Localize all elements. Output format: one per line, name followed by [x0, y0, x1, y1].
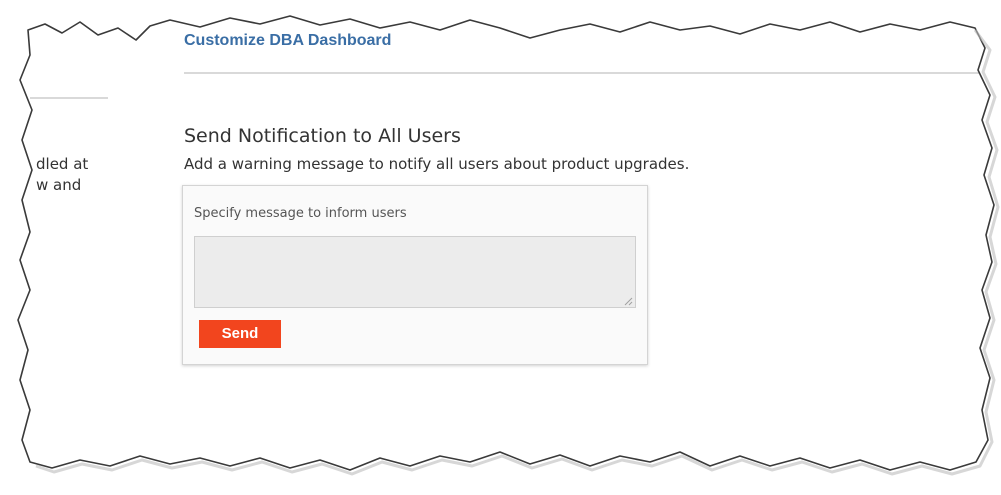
torn-paper-border [17, 15, 1000, 476]
screenshot-stage: Customize DBA Dashboard dled at w and Se… [0, 0, 1001, 495]
